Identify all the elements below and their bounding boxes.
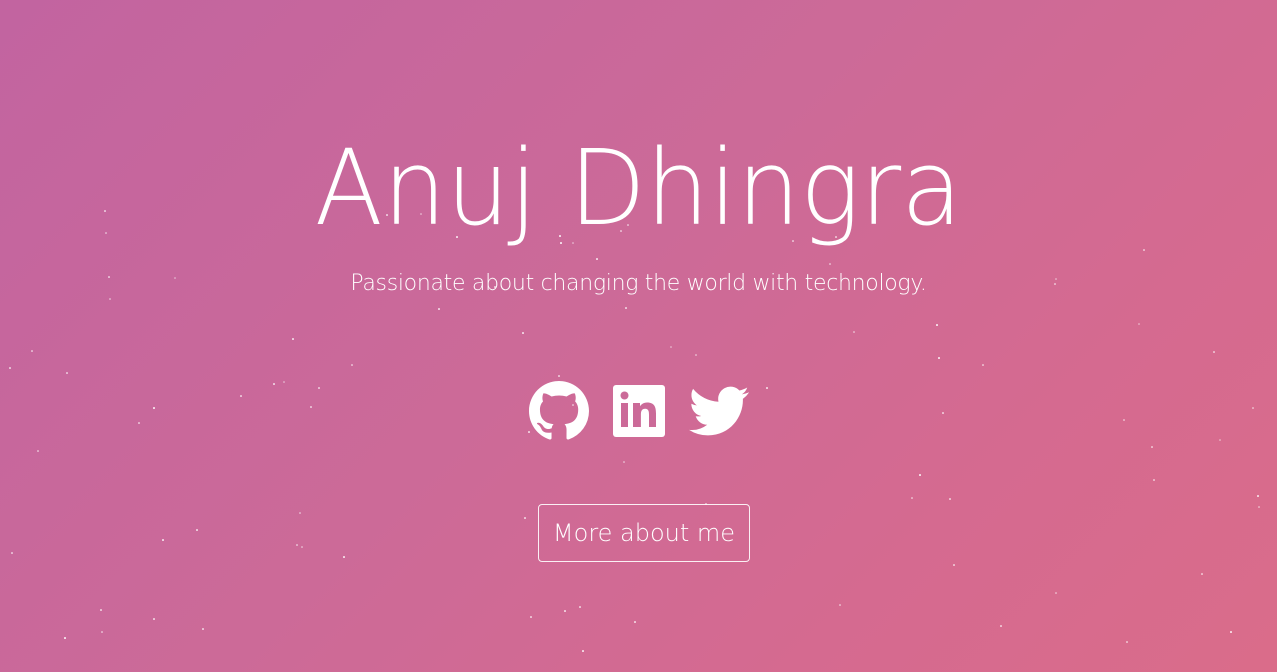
tagline: Passionate about changing the world with…	[350, 271, 927, 296]
linkedin-link[interactable]	[609, 381, 669, 441]
twitter-icon	[688, 386, 749, 436]
linkedin-icon	[612, 385, 665, 437]
hero-section: Anuj Dhingra Passionate about changing t…	[0, 0, 1277, 672]
page-title: Anuj Dhingra	[314, 127, 963, 249]
twitter-link[interactable]	[688, 381, 749, 441]
github-icon	[528, 381, 589, 440]
github-link[interactable]	[528, 381, 589, 441]
social-links	[0, 380, 1277, 442]
more-about-me-button[interactable]: More about me	[538, 504, 750, 562]
